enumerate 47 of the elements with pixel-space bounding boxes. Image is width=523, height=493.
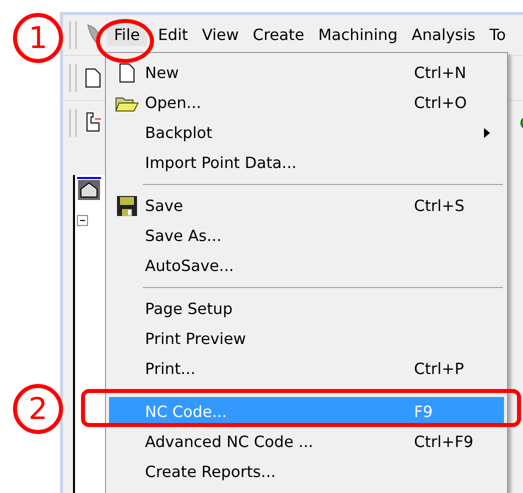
menu-item[interactable]: Analysis bbox=[404, 24, 482, 46]
document-icon bbox=[119, 63, 135, 83]
toolbar-grip[interactable] bbox=[69, 64, 77, 92]
menu-label: New bbox=[145, 64, 180, 82]
menu-option[interactable]: AutoSave... bbox=[109, 251, 504, 281]
toolbar-grip[interactable] bbox=[69, 109, 77, 137]
menu-item[interactable]: File bbox=[107, 24, 147, 46]
menu-item[interactable]: To bbox=[482, 24, 513, 46]
menu-option[interactable]: New Ctrl+N bbox=[109, 58, 504, 88]
shortcut-label: Ctrl+P bbox=[414, 360, 465, 378]
menu-option[interactable]: Import Point Data... bbox=[109, 148, 504, 178]
highlight-ellipse bbox=[96, 19, 154, 63]
menu-option[interactable]: Page Setup bbox=[109, 294, 504, 324]
menu-label: Open... bbox=[145, 94, 202, 112]
menu-label: Create Reports... bbox=[145, 463, 277, 481]
menu-label: Page Setup bbox=[145, 300, 234, 318]
menu-option[interactable]: Backplot bbox=[109, 118, 504, 148]
menu-option[interactable]: Advanced NC Code ... Ctrl+F9 bbox=[109, 427, 504, 457]
shortcut-label: F9 bbox=[414, 403, 434, 421]
menu-label: Save bbox=[145, 197, 184, 215]
menu-option[interactable]: Open... Ctrl+O bbox=[109, 88, 504, 118]
collapse-icon[interactable] bbox=[77, 215, 88, 226]
callout-badge: 1 bbox=[13, 13, 63, 63]
menu-label: Save As... bbox=[145, 227, 222, 245]
shortcut-label: Ctrl+N bbox=[414, 64, 468, 82]
shortcut-label: Ctrl+S bbox=[414, 197, 466, 215]
menu-label: Backplot bbox=[145, 124, 214, 142]
shortcut-label: Ctrl+F9 bbox=[414, 433, 474, 451]
menu-label: Print... bbox=[145, 360, 196, 378]
menu-option[interactable]: Print... Ctrl+P bbox=[109, 354, 504, 384]
menu-option[interactable]: Print Preview bbox=[109, 324, 504, 354]
menu-item[interactable]: Edit bbox=[150, 24, 195, 46]
menu-option[interactable]: Create Reports... bbox=[109, 457, 504, 487]
toolbar-grip[interactable] bbox=[69, 21, 77, 49]
menu-option[interactable]: Save Ctrl+S bbox=[109, 191, 504, 221]
document-icon bbox=[85, 68, 101, 88]
menu-label: Print Preview bbox=[145, 330, 247, 348]
menu-item[interactable]: Create bbox=[246, 24, 312, 46]
menu-item[interactable]: Machining bbox=[311, 24, 405, 46]
menu-label: AutoSave... bbox=[145, 257, 235, 275]
menu-label: NC Code... bbox=[145, 403, 228, 421]
menu-label: Advanced NC Code ... bbox=[145, 433, 314, 451]
shortcut-label: Ctrl+O bbox=[414, 94, 468, 112]
callout-badge: 2 bbox=[13, 384, 63, 434]
menu-item[interactable]: View bbox=[194, 24, 246, 46]
menu-option[interactable]: Save As... bbox=[109, 221, 504, 251]
menu-label: Import Point Data... bbox=[145, 154, 298, 172]
